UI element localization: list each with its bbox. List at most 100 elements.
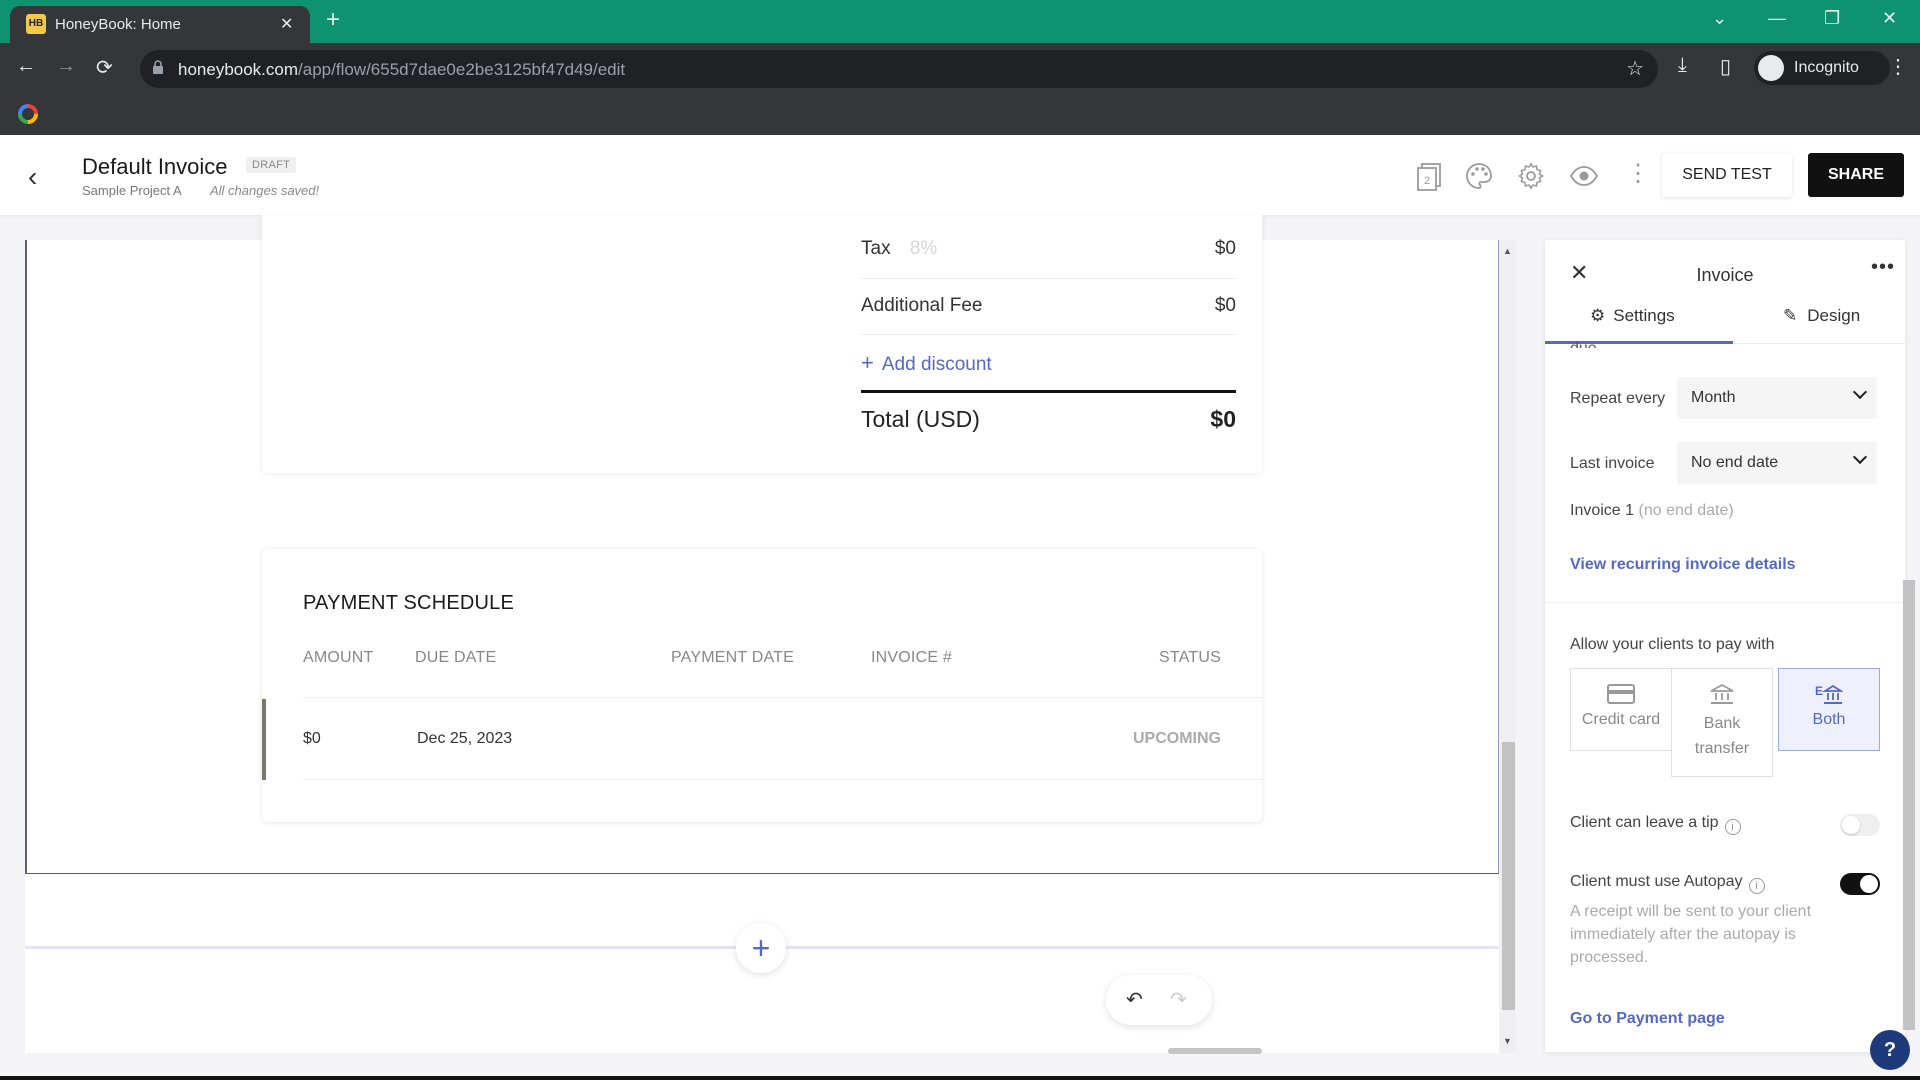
fee-label: Additional Fee (861, 295, 983, 316)
share-button[interactable]: SHARE (1808, 153, 1904, 197)
incognito-profile[interactable]: Incognito (1754, 51, 1890, 85)
card-and-bank-icon: E (1815, 684, 1843, 704)
payment-schedule-card[interactable]: PAYMENT SCHEDULE AMOUNT DUE DATE PAYMENT… (262, 549, 1263, 822)
fee-amount: $0 (1214, 295, 1236, 316)
project-name[interactable]: Sample Project A (82, 183, 182, 198)
address-bar[interactable]: honeybook.com/app/flow/655d7dae0e2be3125… (140, 50, 1658, 88)
tab-search-chevron-icon[interactable]: ⌄ (1712, 8, 1727, 29)
pay-option-label: Bank transfer (1694, 715, 1750, 757)
column-header-amount: AMOUNT (303, 649, 374, 666)
repeat-every-select[interactable]: Month (1677, 377, 1877, 419)
chevron-down-icon (1852, 449, 1868, 465)
tax-row: Tax 8% $0 (861, 238, 1236, 260)
minimize-icon[interactable]: — (1768, 8, 1786, 29)
scroll-up-icon[interactable]: ▲ (1503, 246, 1512, 256)
taskbar-edge (0, 1076, 1920, 1080)
tab-close-icon[interactable]: ✕ (280, 14, 293, 34)
forward-icon[interactable]: → (56, 55, 76, 78)
browser-toolbar: ← → ⟳ honeybook.com/app/flow/655d7dae0e2… (0, 43, 1920, 95)
send-test-button[interactable]: SEND TEST (1662, 153, 1792, 197)
redo-icon[interactable]: ↷ (1170, 987, 1187, 1012)
add-discount-link[interactable]: + Add discount (861, 350, 992, 376)
tax-label: Tax (861, 238, 891, 259)
total-amount: $0 (1210, 406, 1236, 432)
tab-design[interactable]: ✎ Design (1783, 306, 1860, 326)
toggle-knob (1842, 816, 1860, 834)
due-label-partial: due (1570, 340, 1597, 348)
invoice-settings-panel: ✕ Invoice ••• ⚙Settings ✎Design due Repe… (1545, 240, 1905, 1052)
tax-rate[interactable]: 8% (910, 238, 937, 259)
pay-option-both[interactable]: E Both (1778, 668, 1880, 751)
toggle-knob (1860, 875, 1878, 893)
restore-icon[interactable]: ❐ (1824, 8, 1840, 29)
chevron-down-icon (1852, 384, 1868, 400)
reload-icon[interactable]: ⟳ (96, 55, 113, 80)
autopay-setting: Client must use Autopay i (1570, 873, 1765, 894)
more-options-icon[interactable]: ⋮ (1626, 159, 1650, 189)
download-icon[interactable]: ⤓ (1678, 54, 1687, 77)
incognito-label: Incognito (1794, 59, 1859, 76)
browser-menu-icon[interactable]: ⋮ (1888, 54, 1908, 79)
invoice-count-note: (no end date) (1638, 502, 1734, 519)
preview-eye-icon[interactable] (1569, 161, 1599, 191)
invoice-count: Invoice 1 (no end date) (1570, 502, 1734, 520)
column-header-payment-date: PAYMENT DATE (671, 649, 795, 666)
panel-scrollbar-thumb[interactable] (1903, 580, 1915, 1030)
add-block-button[interactable]: + (736, 923, 786, 973)
back-chevron-icon[interactable]: ‹ (28, 161, 37, 193)
pay-option-bank-transfer[interactable]: Bank transfer (1671, 668, 1773, 777)
pay-option-label: Credit card (1581, 711, 1661, 728)
undo-icon[interactable]: ↶ (1126, 987, 1143, 1012)
url-path: /app/flow/655d7dae0e2be3125bf47d49/edit (298, 60, 626, 79)
page-title[interactable]: Default Invoice (82, 154, 228, 180)
horizontal-scrollbar[interactable] (1168, 1048, 1262, 1054)
scroll-down-icon[interactable]: ▼ (1503, 1036, 1512, 1046)
invoice-count-label: Invoice 1 (1570, 502, 1635, 519)
view-recurring-link[interactable]: View recurring invoice details (1570, 556, 1796, 574)
window-close-icon[interactable]: ✕ (1882, 8, 1897, 29)
new-tab-icon[interactable]: + (326, 6, 340, 34)
help-button[interactable]: ? (1870, 1030, 1910, 1070)
panel-more-icon[interactable]: ••• (1871, 256, 1895, 279)
go-to-payment-page-link[interactable]: Go to Payment page (1570, 1010, 1725, 1028)
row-due-date: Dec 25, 2023 (417, 730, 513, 747)
additional-fee-row: Additional Fee $0 (861, 295, 1236, 317)
pencil-icon: ✎ (1783, 306, 1798, 325)
tab-title: HoneyBook: Home (55, 16, 181, 33)
credit-card-icon (1607, 684, 1635, 704)
row-amount: $0 (303, 730, 321, 747)
column-header-due-date: DUE DATE (415, 649, 497, 666)
url-domain: honeybook.com (178, 60, 299, 79)
plus-icon: + (861, 350, 874, 375)
repeat-every-label: Repeat every (1570, 390, 1666, 407)
save-status: All changes saved! (210, 183, 320, 198)
divider (303, 779, 1263, 780)
autopay-label: Client must use Autopay (1570, 873, 1743, 890)
autopay-toggle[interactable] (1840, 873, 1880, 895)
vertical-scrollbar-thumb[interactable] (1502, 742, 1515, 1010)
back-icon[interactable]: ← (16, 55, 36, 78)
pay-with-label: Allow your clients to pay with (1570, 636, 1775, 653)
tax-amount: $0 (1214, 238, 1236, 259)
browser-tab-bar: HB HoneyBook: Home ✕ + ⌄ — ❐ ✕ (0, 0, 1920, 43)
side-panel-icon[interactable]: ▯ (1720, 54, 1731, 79)
info-icon[interactable]: i (1724, 819, 1741, 835)
settings-gear-icon[interactable] (1516, 161, 1546, 191)
palette-icon[interactable] (1464, 161, 1494, 191)
last-invoice-value: No end date (1691, 454, 1779, 471)
tab-settings[interactable]: ⚙ Settings (1590, 306, 1675, 326)
google-icon[interactable] (18, 104, 38, 124)
divider (861, 334, 1236, 335)
pay-option-credit-card[interactable]: Credit card (1570, 668, 1672, 751)
pages-icon[interactable]: 2 (1414, 161, 1444, 191)
divider (1545, 602, 1905, 603)
bank-icon (1710, 683, 1734, 704)
info-icon[interactable]: i (1748, 878, 1765, 894)
last-invoice-select[interactable]: No end date (1677, 442, 1877, 484)
browser-tab[interactable]: HB HoneyBook: Home ✕ (10, 6, 310, 43)
status-badge: DRAFT (246, 157, 297, 173)
honeybook-favicon-icon: HB (26, 14, 46, 34)
bookmark-star-icon[interactable]: ☆ (1626, 56, 1644, 81)
total-divider (861, 390, 1236, 393)
tip-toggle[interactable] (1840, 814, 1880, 836)
